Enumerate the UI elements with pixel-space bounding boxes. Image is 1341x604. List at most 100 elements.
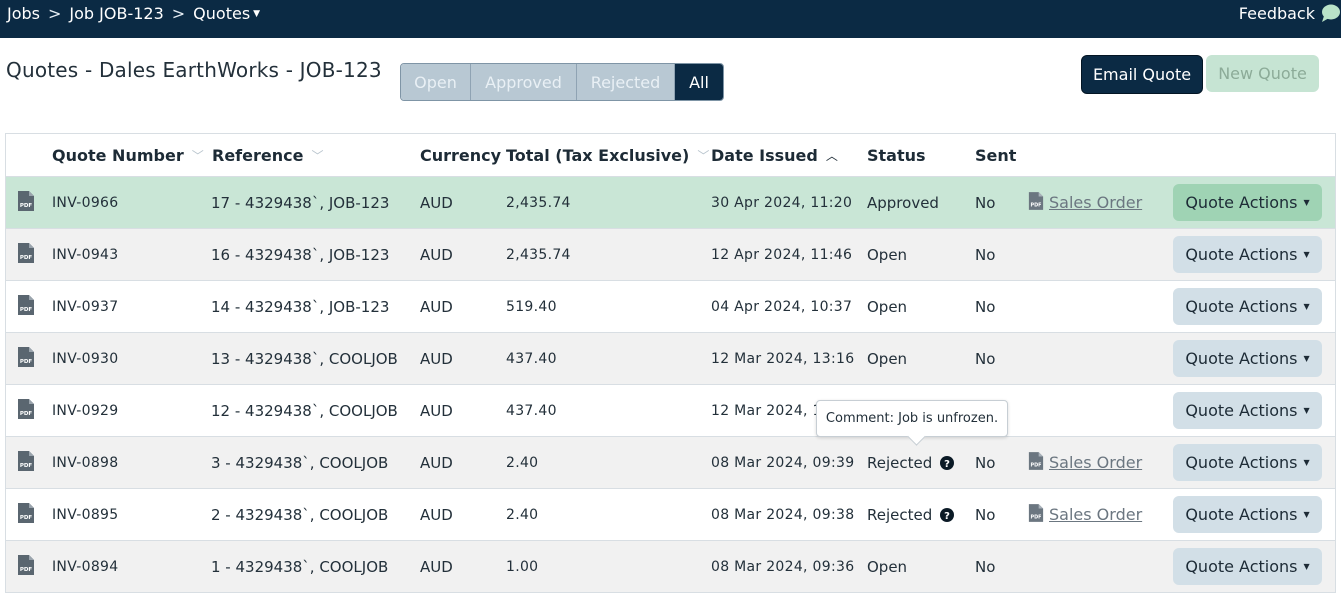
currency-cell: AUD <box>420 401 453 420</box>
date-issued-cell: 12 Mar 2024, 13:16 <box>711 350 855 367</box>
svg-text:PDF: PDF <box>1031 202 1042 208</box>
status-cell: Approved <box>867 177 939 228</box>
header-sent-label: Sent <box>975 145 1017 165</box>
quote-number-cell: INV-0894 <box>52 558 119 575</box>
quote-actions-label: Quote Actions <box>1185 245 1298 264</box>
chevron-down-icon: ﹀ <box>191 148 204 163</box>
svg-text:?: ? <box>944 511 950 522</box>
header-reference-label: Reference <box>212 145 304 165</box>
sales-order-link[interactable]: PDF Sales Order <box>1028 177 1142 228</box>
header-date-issued[interactable]: Date Issued ︿ <box>711 134 838 176</box>
header-status-label: Status <box>867 145 926 165</box>
reference-cell: 2 - 4329438`, COOLJOB <box>211 505 389 524</box>
page-title: Quotes - Dales EarthWorks - JOB-123 <box>6 58 382 82</box>
sales-order-link[interactable]: PDF Sales Order <box>1028 489 1142 540</box>
caret-down-icon: ▼ <box>1303 302 1310 311</box>
feedback-button[interactable]: Feedback <box>1239 3 1341 23</box>
new-quote-button[interactable]: New Quote <box>1206 55 1319 92</box>
quotes-table: Quote Number ﹀ Reference ﹀ Currency Tota… <box>5 133 1336 593</box>
status-comment-tooltip: Comment: Job is unfrozen. <box>816 400 1008 437</box>
quote-actions-label: Quote Actions <box>1185 557 1298 576</box>
sent-cell: No <box>975 297 996 316</box>
question-circle-icon[interactable]: ? <box>940 455 955 470</box>
status-cell: Open <box>867 281 907 332</box>
total-cell: 2.40 <box>506 454 539 471</box>
svg-text:PDF: PDF <box>20 359 33 365</box>
header-date-issued-label: Date Issued <box>711 145 818 165</box>
date-issued-cell: 12 Apr 2024, 11:46 <box>711 246 853 263</box>
chevron-up-icon: ︿ <box>825 148 838 163</box>
filter-open-button[interactable]: Open <box>401 64 471 100</box>
email-quote-button[interactable]: Email Quote <box>1081 55 1203 94</box>
quote-actions-button[interactable]: Quote Actions ▼ <box>1173 496 1322 533</box>
pdf-file-icon: PDF <box>1028 191 1044 215</box>
reference-cell: 16 - 4329438`, JOB-123 <box>211 245 390 264</box>
sent-cell: No <box>975 453 996 472</box>
sent-cell: No <box>975 349 996 368</box>
quote-number-cell: INV-0966 <box>52 194 119 211</box>
status-text: Approved <box>867 193 939 212</box>
svg-text:PDF: PDF <box>1031 462 1042 468</box>
quote-number-cell: INV-0895 <box>52 506 119 523</box>
filter-approved-button[interactable]: Approved <box>471 64 577 100</box>
header-reference[interactable]: Reference ﹀ <box>212 134 323 176</box>
caret-down-icon: ▼ <box>253 9 261 19</box>
sent-cell: No <box>975 193 996 212</box>
breadcrumb-separator: > <box>48 3 62 23</box>
sales-order-label: Sales Order <box>1049 453 1143 472</box>
quote-actions-button[interactable]: Quote Actions ▼ <box>1173 444 1322 481</box>
date-issued-cell: 08 Mar 2024, 09:36 <box>711 558 855 575</box>
total-cell: 437.40 <box>506 350 557 367</box>
breadcrumb-job[interactable]: Job JOB-123 <box>69 4 163 23</box>
pdf-file-icon[interactable]: PDF <box>17 242 35 268</box>
caret-down-icon: ▼ <box>1303 250 1310 259</box>
status-cell: Open <box>867 229 907 280</box>
sales-order-label: Sales Order <box>1049 505 1143 524</box>
date-issued-cell: 12 Mar 2024, 1 <box>711 402 822 419</box>
header-sent: Sent <box>975 134 1016 176</box>
total-cell: 2,435.74 <box>506 194 571 211</box>
quote-number-cell: INV-0898 <box>52 454 119 471</box>
quote-actions-button[interactable]: Quote Actions ▼ <box>1173 184 1322 221</box>
pdf-file-icon[interactable]: PDF <box>17 190 35 216</box>
table-row: PDF INV-0895 2 - 4329438`, COOLJOB AUD 2.40 0… <box>6 489 1335 541</box>
header-currency-label: Currency <box>420 145 502 165</box>
sales-order-link[interactable]: PDF Sales Order <box>1028 437 1142 488</box>
breadcrumb: Jobs > Job JOB-123 > Quotes ▼ <box>7 0 260 27</box>
currency-cell: AUD <box>420 193 453 212</box>
question-circle-icon[interactable]: ? <box>940 507 955 522</box>
filter-rejected-button[interactable]: Rejected <box>577 64 675 100</box>
status-text: Rejected <box>867 505 933 524</box>
pdf-file-icon[interactable]: PDF <box>17 346 35 372</box>
pdf-file-icon[interactable]: PDF <box>17 554 35 580</box>
header-total[interactable]: Total (Tax Exclusive) ﹀ <box>506 134 709 176</box>
quote-actions-button[interactable]: Quote Actions ▼ <box>1173 288 1322 325</box>
pdf-file-icon[interactable]: PDF <box>17 450 35 476</box>
currency-cell: AUD <box>420 297 453 316</box>
reference-cell: 12 - 4329438`, COOLJOB <box>211 401 398 420</box>
top-navbar: Jobs > Job JOB-123 > Quotes ▼ Feedback <box>0 0 1341 38</box>
caret-down-icon: ▼ <box>1303 458 1310 467</box>
caret-down-icon: ▼ <box>1303 562 1310 571</box>
quote-number-cell: INV-0943 <box>52 246 119 263</box>
filter-all-button[interactable]: All <box>675 64 723 100</box>
breadcrumb-quotes-label: Quotes <box>193 3 251 23</box>
pdf-file-icon[interactable]: PDF <box>17 398 35 424</box>
quote-actions-button[interactable]: Quote Actions ▼ <box>1173 236 1322 273</box>
quote-actions-button[interactable]: Quote Actions ▼ <box>1173 548 1322 585</box>
feedback-label: Feedback <box>1238 3 1315 23</box>
header-quote-number[interactable]: Quote Number ﹀ <box>52 134 204 176</box>
speech-bubble-icon <box>1322 4 1340 22</box>
pdf-file-icon[interactable]: PDF <box>17 294 35 320</box>
total-cell: 1.00 <box>506 558 539 575</box>
total-cell: 2.40 <box>506 506 539 523</box>
pdf-file-icon[interactable]: PDF <box>17 502 35 528</box>
reference-cell: 13 - 4329438`, COOLJOB <box>211 349 398 368</box>
quote-actions-button[interactable]: Quote Actions ▼ <box>1173 340 1322 377</box>
svg-text:PDF: PDF <box>20 255 33 261</box>
pdf-file-icon: PDF <box>1028 503 1044 527</box>
breadcrumb-quotes-dropdown[interactable]: Quotes ▼ <box>193 4 260 23</box>
breadcrumb-jobs[interactable]: Jobs <box>7 4 40 23</box>
quote-actions-button[interactable]: Quote Actions ▼ <box>1173 392 1322 429</box>
caret-down-icon: ▼ <box>1303 198 1310 207</box>
